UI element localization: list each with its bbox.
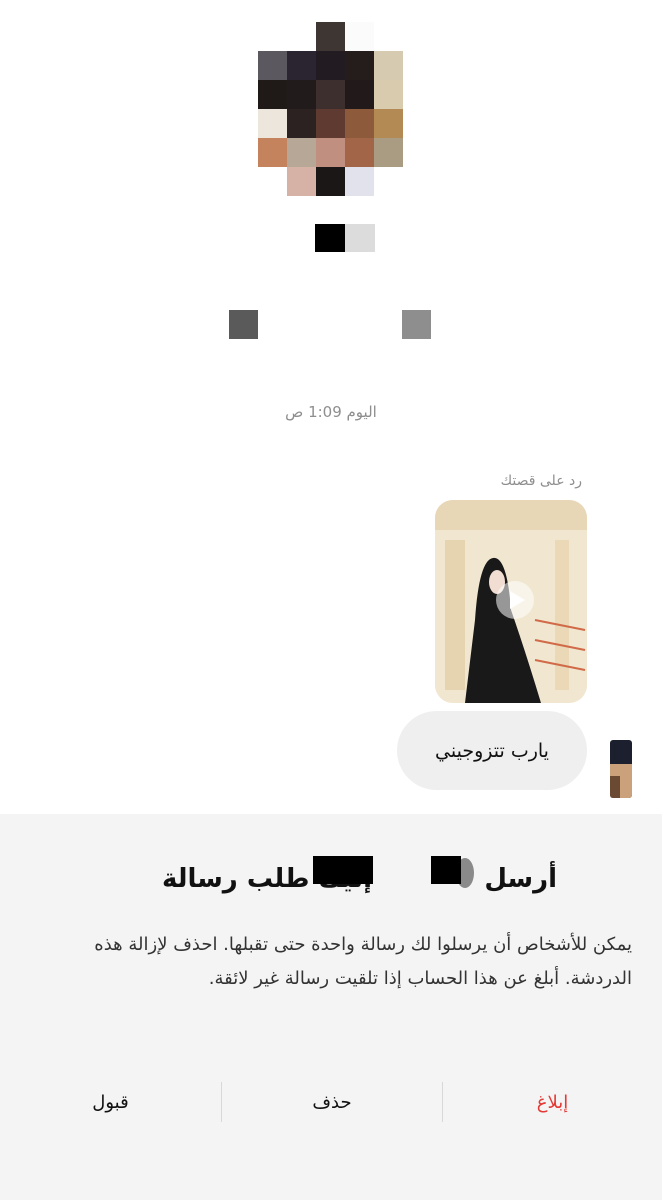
- request-description: يمكن للأشخاص أن يرسلوا لك رسالة واحدة حت…: [94, 934, 632, 989]
- sender-avatar[interactable]: [610, 740, 632, 798]
- profile-stat-censored-2: [402, 310, 431, 339]
- profile-avatar[interactable]: [258, 22, 403, 196]
- delete-label: حذف: [312, 1091, 352, 1113]
- message-timestamp: اليوم 1:09 ص: [285, 403, 377, 421]
- profile-stat-censored: [229, 310, 258, 339]
- accept-label: قبول: [92, 1091, 129, 1113]
- message-text: يارب تتزوجيني: [435, 739, 549, 762]
- delete-button[interactable]: حذف: [222, 1078, 442, 1126]
- request-title-part1: أرسل: [484, 864, 557, 894]
- report-label: إبلاغ: [536, 1091, 569, 1113]
- username-censored-2: [345, 224, 375, 252]
- report-button[interactable]: إبلاغ: [443, 1078, 662, 1126]
- sender-name-censored-2: [431, 856, 461, 884]
- username-censored: [315, 224, 345, 252]
- accept-button[interactable]: قبول: [0, 1078, 221, 1126]
- play-icon[interactable]: [495, 580, 535, 620]
- request-actions: قبول حذف إبلاغ: [0, 1078, 662, 1126]
- message-bubble[interactable]: يارب تتزوجيني: [397, 711, 587, 790]
- story-reply-label: رد على قصتك: [500, 473, 582, 489]
- sender-name-censored: [313, 856, 373, 884]
